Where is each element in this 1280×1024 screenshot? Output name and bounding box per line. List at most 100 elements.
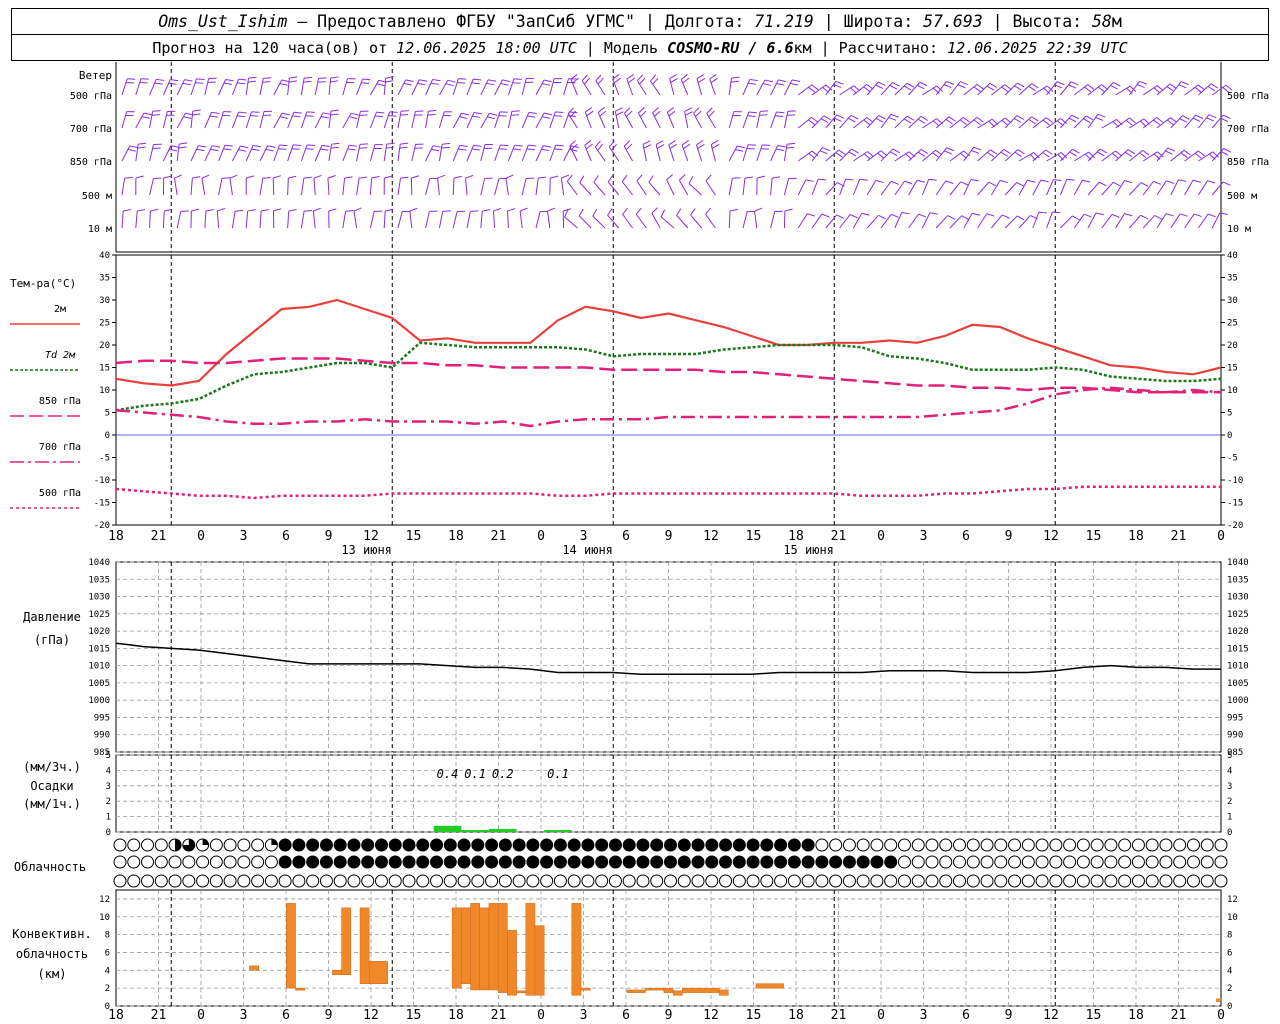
cloud-fill-partial [271, 839, 278, 845]
cloud-symbol-middle [1021, 855, 1035, 869]
wind-barb-flag [986, 213, 995, 217]
conv-bar [755, 983, 784, 989]
wind-barb-flag [1195, 114, 1204, 119]
pressure-tick-label: 1005 [1227, 679, 1249, 689]
cloud-symbol-low [402, 874, 416, 888]
wind-barb-flag [304, 76, 313, 79]
wind-barb-staff [1115, 117, 1130, 129]
precip-tick-label: 5 [1227, 751, 1232, 761]
wind-barb-flag [749, 78, 758, 82]
cloud-fill-full [788, 839, 801, 851]
cloud-symbol-low [980, 874, 994, 888]
wind-barb-flag [217, 207, 226, 212]
wind-barb-flag [1194, 152, 1202, 159]
cloud-symbol-high [911, 838, 925, 852]
wind-barb-flag [626, 74, 634, 80]
wind-barb-flag [688, 176, 694, 184]
pressure-tick-label: 1000 [1227, 696, 1249, 706]
wind-barb-flag [293, 144, 302, 146]
wind-barb-staff [935, 180, 947, 196]
wind-barb-staff [135, 112, 145, 129]
cloud-fill-full [650, 839, 663, 851]
wind-barb-staff [397, 111, 402, 129]
wind-barb-flag [1223, 114, 1231, 119]
cloud-symbol-low [1035, 874, 1049, 888]
pressure-tick-label: 1015 [88, 644, 110, 654]
hour-label-bottom: 0 [197, 1008, 205, 1023]
meteogram: Ветер 500 гПа 500 гПа 700 гПа 700 гПа 850 гПа… [10, 62, 1269, 1023]
cloud-symbol-low [471, 874, 485, 888]
wind-barb-staff [825, 149, 840, 162]
day-label: 13 июня [341, 543, 392, 557]
wind-barb-flag [409, 207, 418, 212]
cloud-fill-full [678, 839, 691, 851]
hour-label-bottom: 21 [151, 1008, 167, 1023]
wind-barb-staff [383, 144, 388, 162]
wind-barb-staff [623, 145, 634, 162]
cloud-fill-full [554, 839, 567, 851]
wind-barb-flag [875, 179, 884, 183]
wind-barb-flag [973, 86, 981, 92]
cloud-fill-full [733, 856, 746, 868]
cloud-fill-full [526, 839, 539, 851]
wind-barb-flag [729, 208, 738, 212]
conv-bar [718, 989, 729, 996]
wind-barb-staff [678, 179, 689, 196]
wind-barb-flag [890, 180, 899, 185]
cloud-symbol-low [333, 874, 347, 888]
conv-bar [516, 990, 527, 994]
wind-barb-flag [169, 148, 178, 152]
wind-barb-flag [1083, 213, 1092, 218]
wind-barb-flag [305, 148, 314, 150]
wind-barb-flag [174, 174, 182, 179]
wind-barb-staff [880, 181, 892, 196]
wind-barb-flag [461, 112, 470, 116]
wind-barb-flag [811, 84, 819, 91]
wind-barb-flag [376, 111, 385, 114]
wind-barb-flag [680, 74, 688, 80]
cloud-symbol-high [980, 838, 994, 852]
wind-barb-flag [642, 140, 651, 145]
conv-tick-label: 12 [1227, 895, 1238, 905]
wind-barb-flag [919, 81, 928, 87]
wind-barb-staff [312, 211, 316, 229]
wind-barb-flag [960, 81, 968, 86]
wind-barb-flag [652, 107, 659, 114]
wind-barb-staff [754, 211, 758, 229]
wind-barb-flag [321, 144, 330, 148]
wind-barb-staff [1128, 81, 1140, 96]
cloud-fill-full [554, 856, 567, 868]
wind-barb-staff [176, 211, 182, 229]
wind-barb-flag [205, 209, 214, 212]
wind-barb-staff [245, 111, 252, 129]
cloud-fill-full [678, 856, 691, 868]
wind-barb-staff [592, 215, 606, 229]
hour-label-temp: 18 [788, 529, 804, 544]
wind-barb-staff [425, 111, 429, 129]
temp-tick-label: 0 [1227, 431, 1232, 441]
wind-barb-flag [999, 179, 1008, 184]
wind-barb-flag [1127, 149, 1136, 155]
wind-barb-flag [607, 175, 614, 183]
wind-barb-staff [356, 78, 363, 96]
wind-barb-flag [428, 109, 437, 112]
wind-barb-flag [654, 110, 661, 117]
wind-barb-flag [948, 116, 956, 122]
wind-barb-flag [636, 174, 643, 182]
wind-barb-staff [1004, 215, 1018, 229]
wind-barb-flag [583, 77, 591, 85]
wind-barb-flag [246, 175, 255, 179]
wind-barb-flag [279, 83, 288, 86]
wind-barb-staff [465, 178, 468, 196]
wind-barb-flag [1087, 84, 1095, 90]
wind-barb-flag [400, 114, 409, 116]
conv-bar [368, 961, 388, 984]
wind-barb-flag [735, 149, 744, 152]
temp-tick-label: 25 [99, 319, 110, 329]
wind-barb-staff [770, 178, 773, 196]
wind-barb-flag [543, 145, 552, 148]
temp-tick-label: 20 [99, 341, 110, 351]
wind-barb-flag [681, 140, 689, 146]
wind-barb-flag [696, 74, 705, 80]
pressure-tick-label: 1000 [88, 696, 110, 706]
